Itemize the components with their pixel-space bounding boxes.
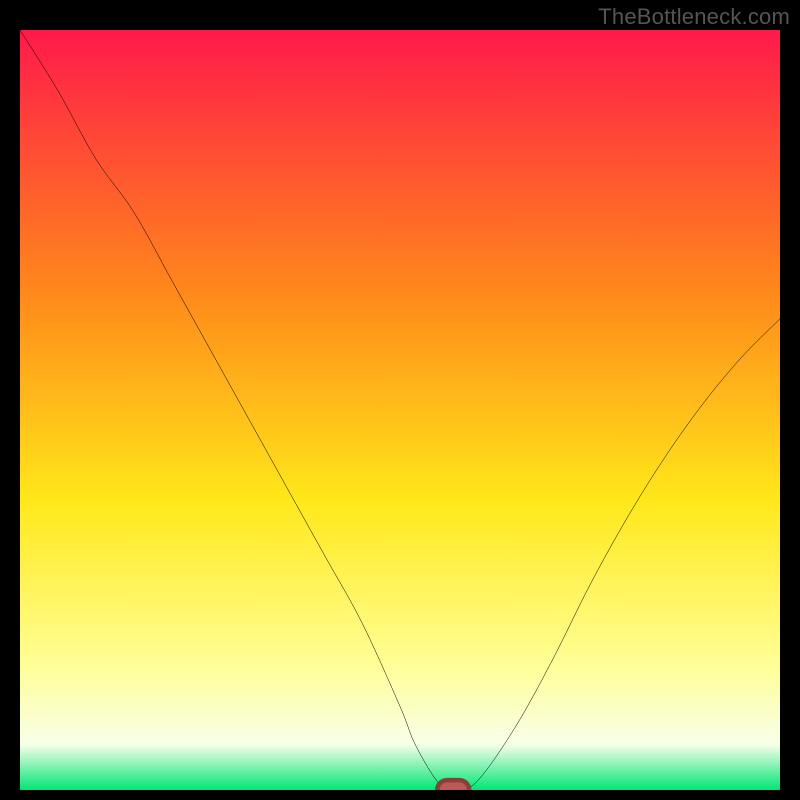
chart-frame: TheBottleneck.com [0,0,800,800]
plot-svg [20,30,780,790]
plot-area [20,30,780,790]
watermark-text: TheBottleneck.com [598,4,790,30]
optimal-marker [437,780,469,790]
gradient-background [20,30,780,790]
